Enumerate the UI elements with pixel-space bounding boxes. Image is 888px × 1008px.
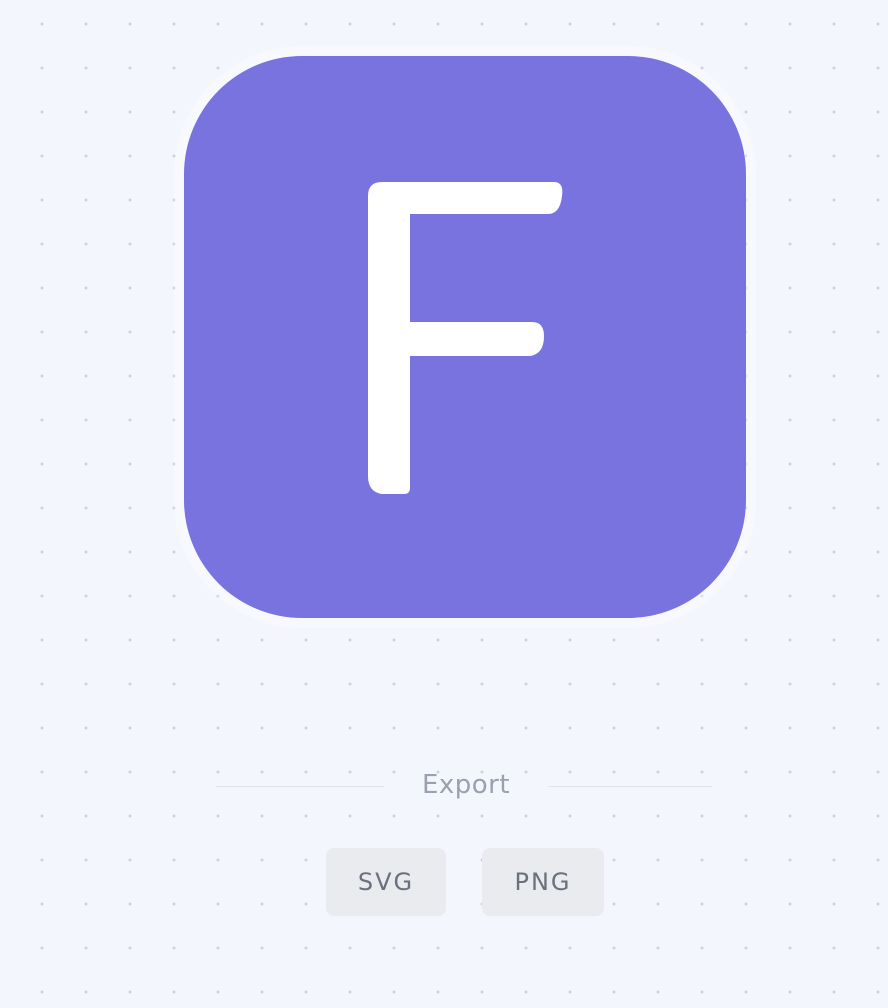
export-svg-button[interactable]: SVG	[326, 848, 446, 916]
export-section: Export	[216, 766, 712, 806]
icon-preview	[184, 56, 746, 618]
export-divider-left	[216, 786, 384, 787]
export-label: Export	[421, 770, 511, 800]
export-png-button[interactable]: PNG	[482, 848, 604, 916]
export-divider-right	[548, 786, 712, 787]
letter-f-glyph	[368, 182, 563, 494]
